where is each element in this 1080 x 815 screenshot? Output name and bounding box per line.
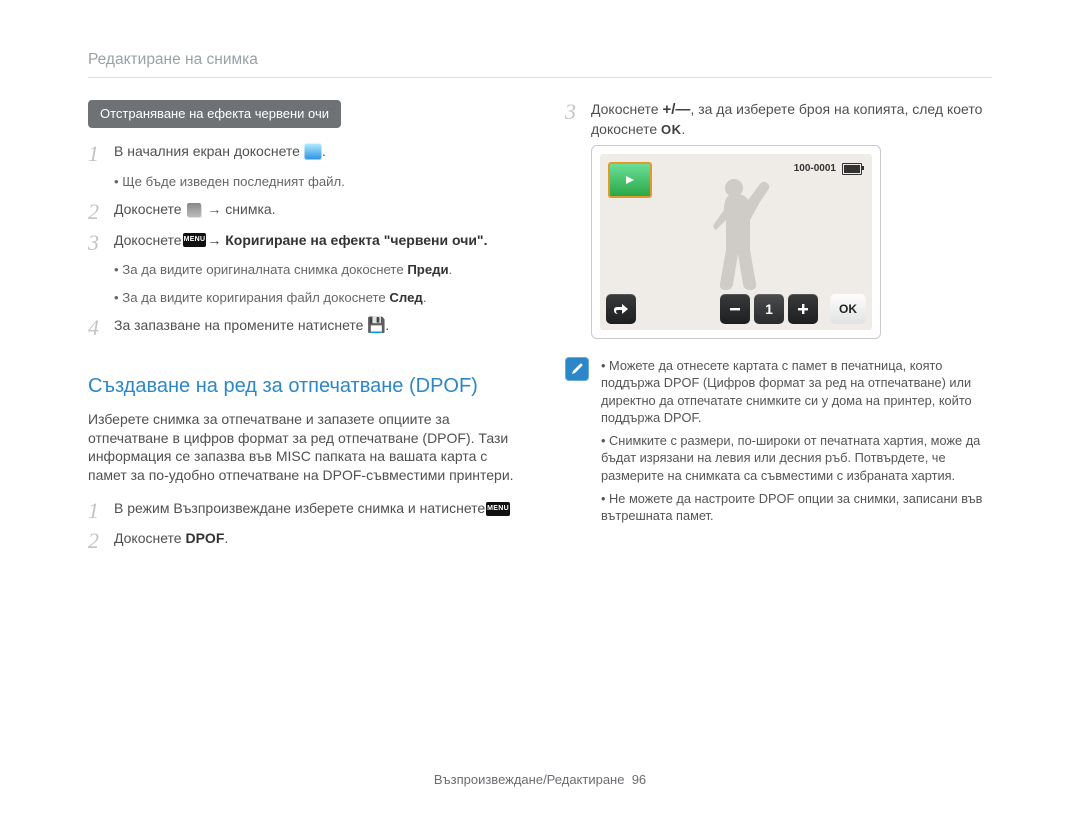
step-subtext: За да видите оригиналната снимка докосне… — [114, 261, 515, 279]
minus-button[interactable] — [720, 294, 750, 324]
step-number: 1 — [88, 142, 114, 166]
save-icon: 💾 — [367, 318, 385, 334]
photo-silhouette — [600, 164, 872, 294]
ok-glyph: OK — [661, 122, 682, 137]
step-number: 2 — [88, 200, 114, 224]
step-subtext: За да видите коригирания файл докоснете … — [114, 289, 515, 307]
section-heading-dpof: Създаване на ред за отпечатване (DPOF) — [88, 373, 515, 400]
step-number: 1 — [88, 499, 114, 523]
menu-icon: MENU — [486, 502, 510, 516]
step-number: 4 — [88, 316, 114, 340]
right-column: 3 Докоснете +/—, за да изберете броя на … — [565, 100, 992, 560]
note-item: Можете да отнесете картата с памет в печ… — [601, 357, 992, 426]
home-icon — [304, 143, 322, 160]
step-subtext: Ще бъде изведен последният файл. — [114, 173, 515, 191]
left-column: Отстраняване на ефекта червени очи 1 В н… — [88, 100, 515, 560]
duplicate-icon — [187, 203, 201, 217]
step-text: В началния екран докоснете . — [114, 142, 326, 166]
plus-button[interactable] — [788, 294, 818, 324]
page-footer: Възпроизвеждане/Редактиране 96 — [0, 771, 1080, 789]
breadcrumb: Редактиране на снимка — [88, 50, 992, 78]
step-number: 2 — [88, 529, 114, 553]
step-text: Докоснете DPOF. — [114, 529, 228, 553]
note-icon — [565, 357, 589, 381]
step-number: 3 — [565, 100, 591, 139]
camera-lcd: 100-0001 — [591, 145, 881, 339]
step-text: Докоснете → снимка. — [114, 200, 276, 224]
note-item: Снимките с размери, по-широки от печатна… — [601, 432, 992, 484]
note-item: Не можете да настроите DPOF опции за сни… — [601, 490, 992, 525]
step-text: За запазване на промените натиснете 💾. — [114, 316, 389, 340]
step-number: 3 — [88, 231, 114, 255]
back-button[interactable] — [606, 294, 636, 324]
plus-minus-glyph: +/— — [662, 101, 690, 118]
menu-icon: MENU — [183, 233, 207, 247]
ok-button[interactable]: OK — [830, 294, 866, 324]
note-list: Можете да отнесете картата с памет в печ… — [601, 357, 992, 530]
step-text: Докоснете MENU → Коригиране на ефекта "ч… — [114, 231, 487, 255]
step-text: В режим Възпроизвеждане изберете снимка … — [114, 499, 511, 523]
section-pill-red-eye: Отстраняване на ефекта червени очи — [88, 100, 341, 129]
section-intro: Изберете снимка за отпечатване и запазет… — [88, 410, 515, 486]
copies-count: 1 — [754, 294, 784, 324]
step-text: Докоснете +/—, за да изберете броя на ко… — [591, 100, 992, 139]
